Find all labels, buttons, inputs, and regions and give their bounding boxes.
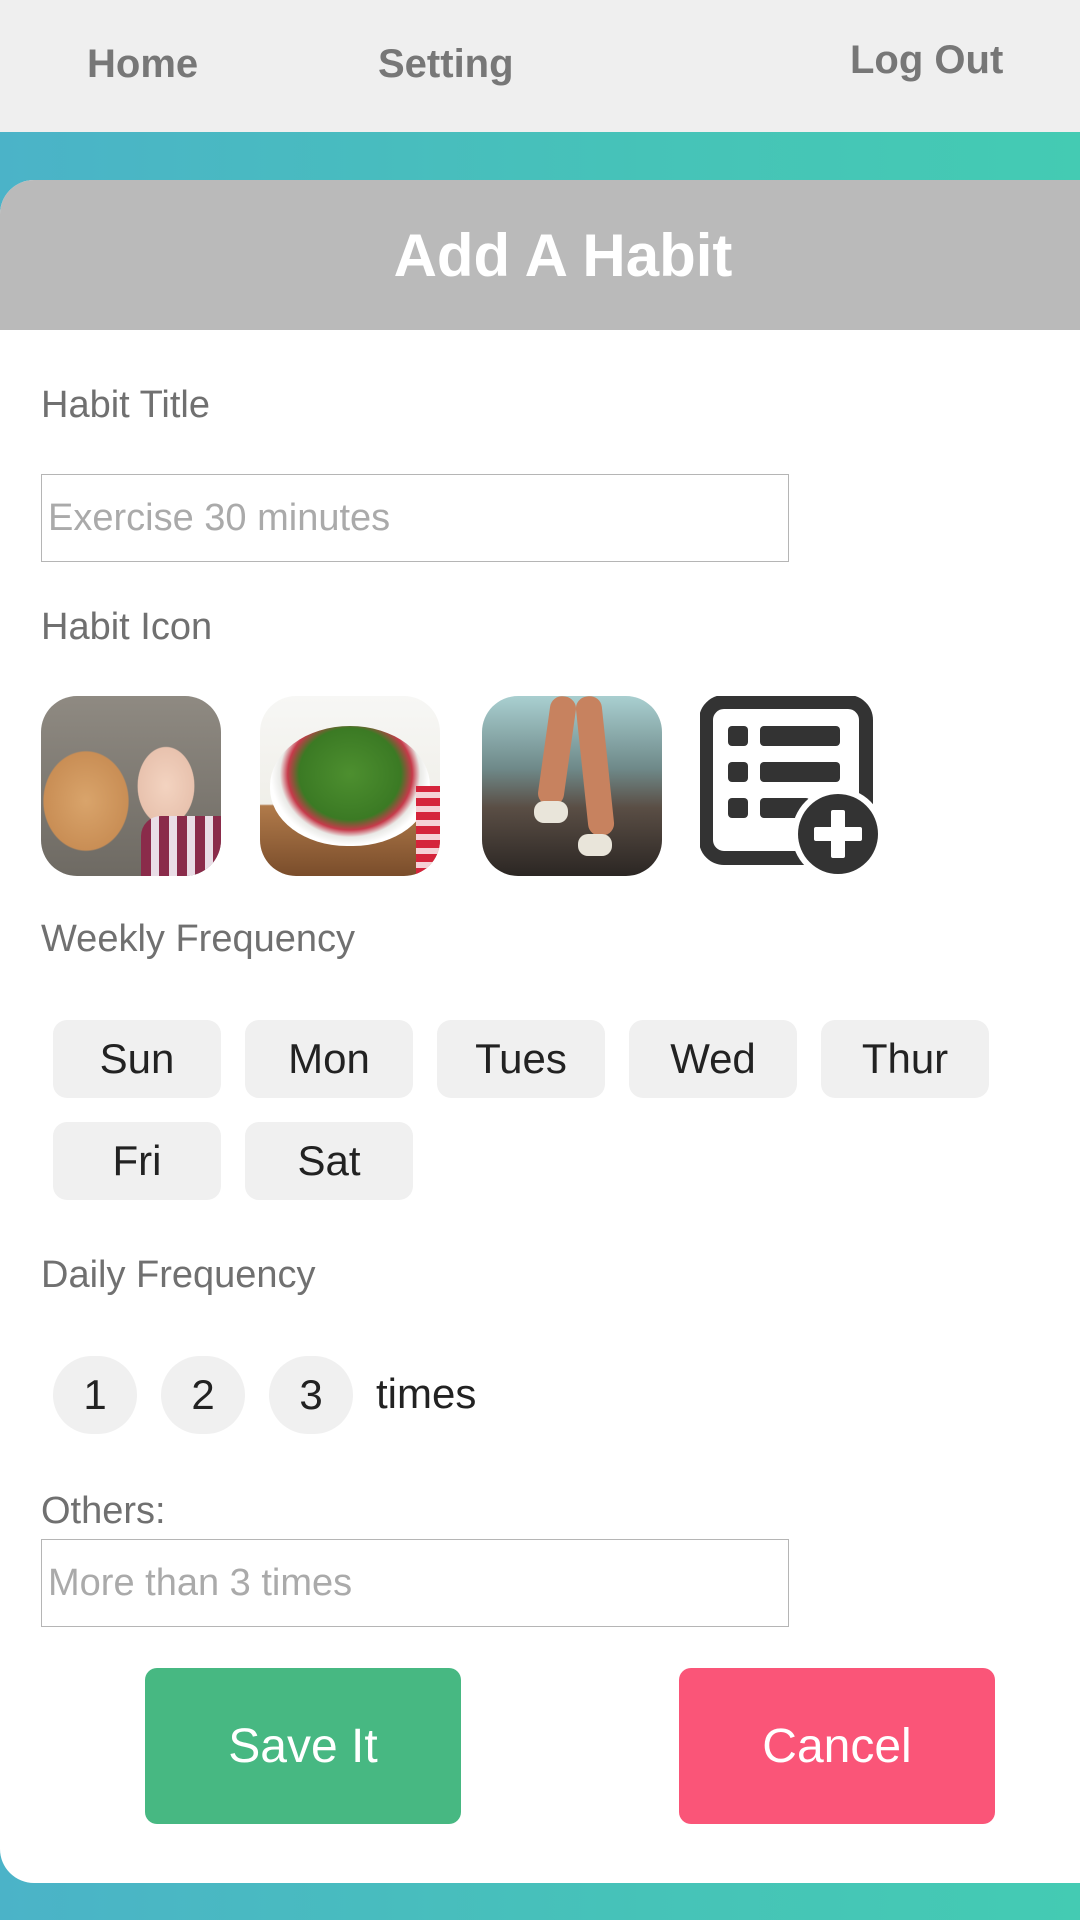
- runner-legs-photo[interactable]: [482, 696, 662, 876]
- day-chip-mon[interactable]: Mon: [245, 1020, 413, 1098]
- save-button[interactable]: Save It: [145, 1668, 461, 1824]
- runner-shoe: [578, 834, 612, 856]
- cancel-button[interactable]: Cancel: [679, 1668, 995, 1824]
- nav-logout-link[interactable]: Log Out: [850, 38, 1003, 83]
- others-input[interactable]: [41, 1539, 789, 1627]
- weekly-frequency-label: Weekly Frequency: [41, 918, 355, 960]
- top-navigation: Home Setting Log Out: [0, 0, 1080, 132]
- times-unit-label: times: [376, 1370, 477, 1417]
- daily-frequency-label: Daily Frequency: [41, 1254, 316, 1296]
- add-list-icon[interactable]: [699, 695, 884, 882]
- day-chip-fri[interactable]: Fri: [53, 1122, 221, 1200]
- daily-option-1[interactable]: 1: [53, 1356, 137, 1434]
- add-list-icon-svg: [699, 695, 884, 880]
- others-label: Others:: [41, 1490, 166, 1532]
- nav-home-link[interactable]: Home: [87, 42, 198, 87]
- salad-bowl: [270, 726, 430, 846]
- nav-setting-link[interactable]: Setting: [378, 42, 514, 87]
- runner-leg: [574, 696, 616, 837]
- day-chip-tues[interactable]: Tues: [437, 1020, 605, 1098]
- habit-icon-label: Habit Icon: [41, 606, 213, 648]
- daily-option-3[interactable]: 3: [269, 1356, 353, 1434]
- runner-shoe: [534, 801, 568, 823]
- day-chip-sun[interactable]: Sun: [53, 1020, 221, 1098]
- page-title: Add A Habit: [393, 221, 733, 289]
- habit-title-label: Habit Title: [41, 384, 210, 426]
- cat-and-baby-photo[interactable]: [41, 696, 221, 876]
- day-chip-wed[interactable]: Wed: [629, 1020, 797, 1098]
- red-napkin: [416, 786, 440, 876]
- daily-option-2[interactable]: 2: [161, 1356, 245, 1434]
- runner-leg: [536, 696, 578, 808]
- salad-bowl-photo[interactable]: [260, 696, 440, 876]
- day-chip-sat[interactable]: Sat: [245, 1122, 413, 1200]
- card-header: Add A Habit: [0, 180, 1080, 330]
- habit-title-input[interactable]: [41, 474, 789, 562]
- sleeve-stripes: [141, 816, 221, 876]
- day-chip-thur[interactable]: Thur: [821, 1020, 989, 1098]
